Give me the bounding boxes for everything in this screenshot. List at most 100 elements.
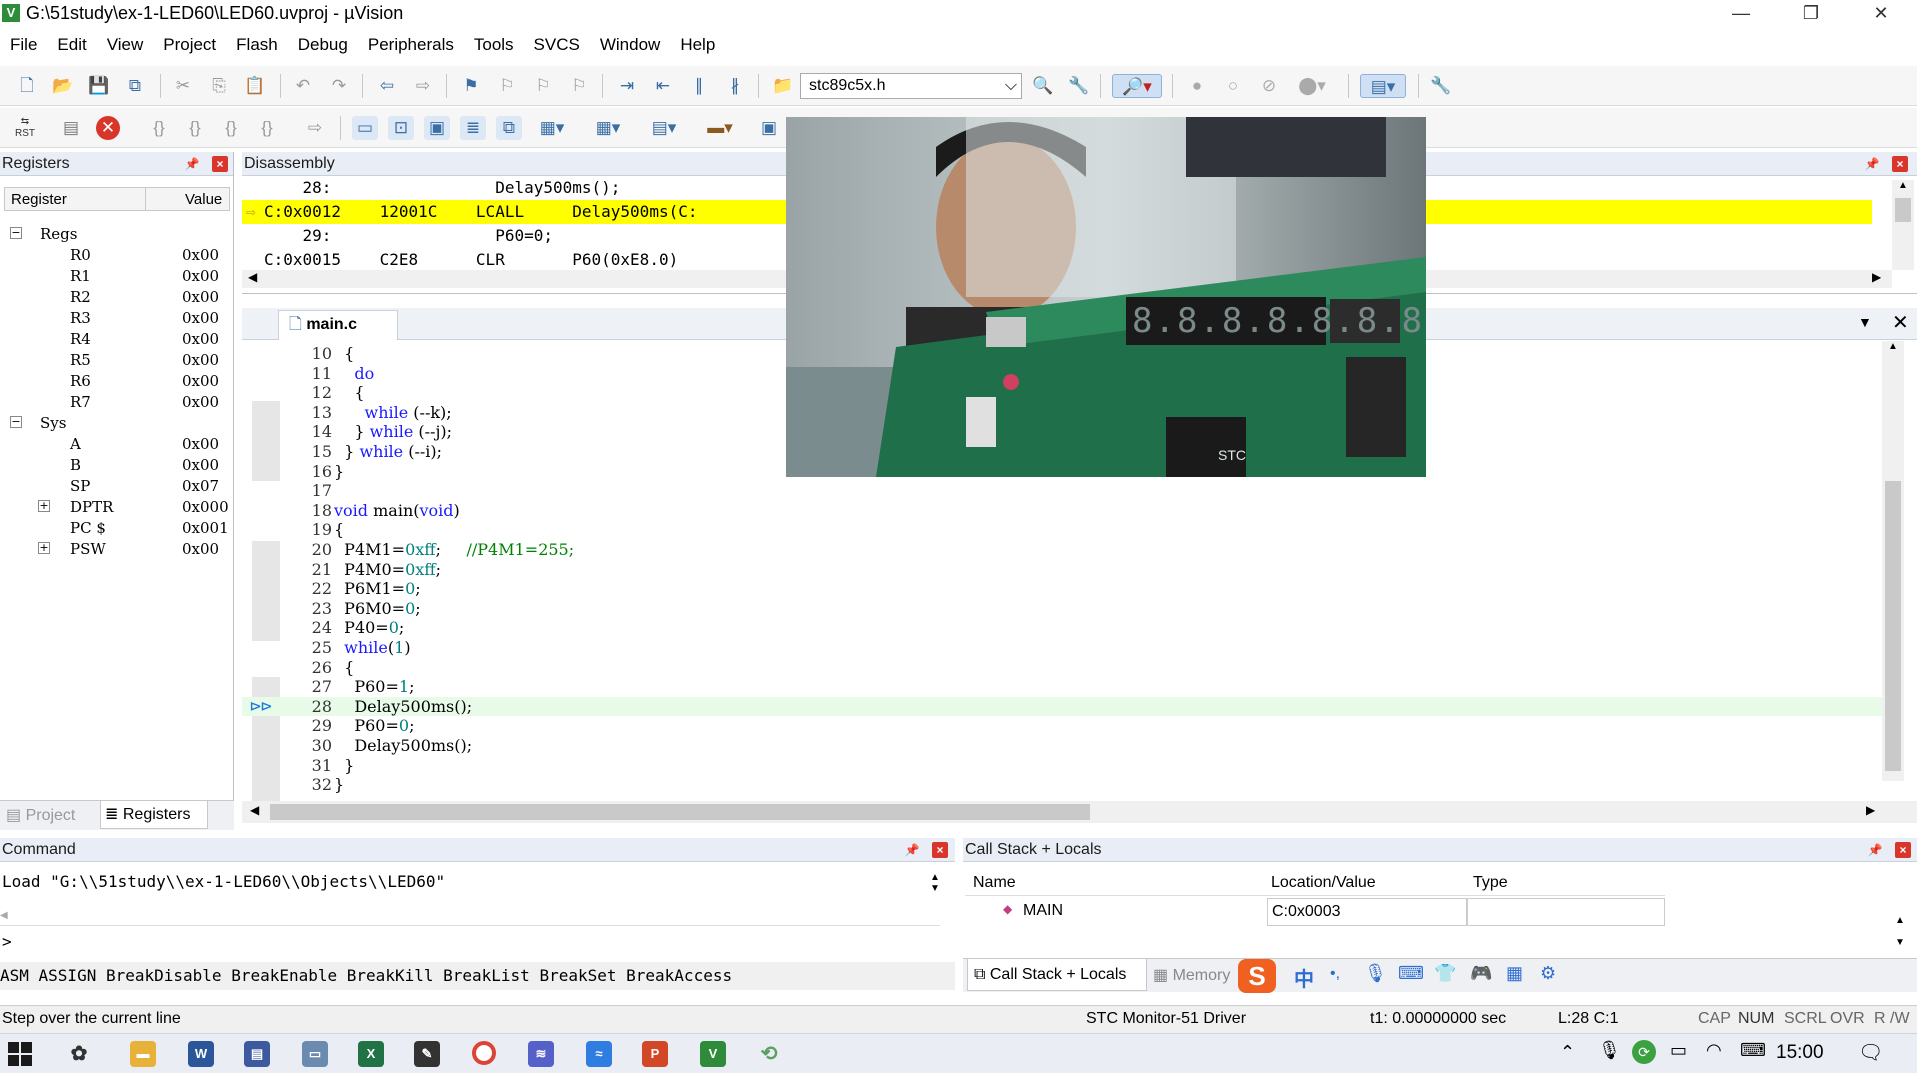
- code-line[interactable]: 21 P4M0=0xff;: [242, 560, 1882, 580]
- menu-view[interactable]: View: [97, 30, 154, 60]
- wifi-icon[interactable]: ◠: [1706, 1040, 1722, 1061]
- word-icon[interactable]: W: [188, 1041, 214, 1067]
- register-row[interactable]: R4 0x00: [0, 330, 234, 351]
- scroll-left-icon[interactable]: ◀: [248, 270, 257, 284]
- file-explorer-icon[interactable]: ▬: [130, 1041, 156, 1067]
- ime-chinese-mode[interactable]: 中: [1294, 963, 1314, 992]
- breakpoint-disable-all-icon[interactable]: ⊘: [1256, 74, 1282, 98]
- menu-peripherals[interactable]: Peripherals: [358, 30, 464, 60]
- code-line[interactable]: 18 void main(void): [242, 501, 1882, 521]
- code-line[interactable]: 20 P4M1=0xff; //P4M1=255;: [242, 540, 1882, 560]
- unindent-icon[interactable]: ⇤: [650, 74, 676, 98]
- scroll-left-icon[interactable]: ◀: [250, 803, 259, 817]
- reset-cpu-button[interactable]: ⇆ RST: [12, 116, 38, 140]
- editor-hscrollbar[interactable]: ◀ ▶: [242, 801, 1917, 823]
- register-row[interactable]: R7 0x00: [0, 393, 234, 414]
- run-icon[interactable]: ▤: [58, 116, 84, 140]
- powerpoint-icon[interactable]: P: [642, 1041, 668, 1067]
- game-icon[interactable]: 🎮: [1470, 963, 1492, 984]
- code-line[interactable]: 30 Delay500ms();: [242, 736, 1882, 756]
- app-icon-7[interactable]: ⟲: [756, 1041, 782, 1067]
- close-icon[interactable]: ×: [1895, 842, 1911, 858]
- collapse-icon[interactable]: −: [10, 416, 22, 428]
- new-file-icon[interactable]: 🗋: [14, 74, 40, 98]
- undo-icon[interactable]: ↶: [290, 74, 316, 98]
- register-value[interactable]: 0x00: [182, 351, 219, 369]
- minimize-button[interactable]: —: [1706, 0, 1776, 28]
- close-icon[interactable]: ×: [1892, 156, 1908, 172]
- menu-project[interactable]: Project: [153, 30, 226, 60]
- register-value[interactable]: 0x00: [182, 540, 219, 558]
- app-icon-3[interactable]: ▭: [302, 1041, 328, 1067]
- save-all-icon[interactable]: ⧉: [122, 74, 148, 98]
- call-stack-type[interactable]: [1467, 898, 1665, 926]
- trace-window-icon[interactable]: ▣: [756, 116, 782, 140]
- menu-debug[interactable]: Debug: [288, 30, 358, 60]
- step-into-icon[interactable]: {}: [146, 116, 172, 140]
- microphone-icon[interactable]: 🎙: [1364, 963, 1387, 984]
- bookmark-toggle-icon[interactable]: ⚑: [458, 74, 484, 98]
- register-value[interactable]: 0x00: [182, 267, 219, 285]
- code-line[interactable]: 17: [242, 481, 1882, 501]
- window-layout-icon[interactable]: ▤▾: [1360, 74, 1406, 98]
- menu-edit[interactable]: Edit: [47, 30, 96, 60]
- run-to-cursor-icon[interactable]: {}: [254, 116, 280, 140]
- pin-icon[interactable]: 📌: [1864, 156, 1880, 172]
- register-value[interactable]: 0x00: [182, 309, 219, 327]
- pin-icon[interactable]: 📌: [1867, 842, 1883, 858]
- redo-icon[interactable]: ↷: [326, 74, 352, 98]
- register-row[interactable]: R6 0x00: [0, 372, 234, 393]
- breakpoint-enable-icon[interactable]: ○: [1220, 74, 1246, 98]
- app-icon-5[interactable]: ≋: [528, 1041, 554, 1067]
- bookmark-next-icon[interactable]: ⚐: [530, 74, 556, 98]
- uvision-taskbar-icon[interactable]: V: [700, 1041, 726, 1067]
- tab-list-dropdown-icon[interactable]: ▼: [1858, 314, 1872, 330]
- app-icon-4[interactable]: ✎: [414, 1041, 440, 1067]
- nav-forward-icon[interactable]: ⇨: [410, 74, 436, 98]
- code-line[interactable]: 25 while(1): [242, 638, 1882, 658]
- code-line[interactable]: ⊳⊳ 28 Delay500ms();: [242, 697, 1882, 717]
- code-line[interactable]: 23 P6M0=0;: [242, 599, 1882, 619]
- register-row[interactable]: R2 0x00: [0, 288, 234, 309]
- register-row[interactable]: SP 0x07: [0, 477, 234, 498]
- register-row[interactable]: B 0x00: [0, 456, 234, 477]
- command-window-icon[interactable]: ▭: [352, 116, 378, 140]
- tab-memory[interactable]: ▦ Memory: [1153, 963, 1230, 989]
- tab-main-c[interactable]: 🗋 main.c: [278, 310, 398, 340]
- bookmark-prev-icon[interactable]: ⚐: [494, 74, 520, 98]
- register-row[interactable]: R1 0x00: [0, 267, 234, 288]
- code-line[interactable]: 31 }: [242, 756, 1882, 776]
- close-icon[interactable]: ×: [932, 842, 948, 858]
- tray-chevron-icon[interactable]: ⌃: [1560, 1042, 1575, 1063]
- step-out-icon[interactable]: {}: [218, 116, 244, 140]
- chrome-icon[interactable]: [472, 1041, 496, 1065]
- register-value[interactable]: 0x00: [182, 246, 219, 264]
- tab-registers[interactable]: ≣ Registers: [100, 801, 208, 829]
- menu-svcs[interactable]: SVCS: [524, 30, 590, 60]
- menu-help[interactable]: Help: [670, 30, 725, 60]
- tab-project[interactable]: ▤ Project: [6, 805, 75, 829]
- register-row[interactable]: PC $ 0x001: [0, 519, 234, 540]
- app-icon[interactable]: ✿: [66, 1041, 92, 1067]
- bookmark-clear-icon[interactable]: ⚐: [566, 74, 592, 98]
- call-stack-vscrollbar[interactable]: ▲ ▼: [1889, 910, 1911, 956]
- code-line[interactable]: 27 P60=1;: [242, 677, 1882, 697]
- code-line[interactable]: 29 P60=0;: [242, 716, 1882, 736]
- editor-vscrollbar[interactable]: ▲: [1882, 341, 1904, 781]
- breakpoint-kill-all-icon[interactable]: ⬤▾: [1292, 74, 1332, 98]
- code-line[interactable]: 32}: [242, 775, 1882, 795]
- sogou-logo-icon[interactable]: S: [1238, 959, 1276, 993]
- excel-icon[interactable]: X: [358, 1041, 384, 1067]
- close-button[interactable]: ✕: [1846, 0, 1916, 28]
- register-value[interactable]: 0x00: [182, 456, 219, 474]
- scroll-up-icon[interactable]: ▲: [1892, 180, 1914, 194]
- code-line[interactable]: 19{: [242, 520, 1882, 540]
- disassembly-window-icon[interactable]: ⊡: [388, 116, 414, 140]
- call-stack-location[interactable]: C:0x0003: [1267, 898, 1467, 926]
- incremental-find-icon[interactable]: 🔧: [1066, 74, 1092, 98]
- restore-button[interactable]: ❐: [1776, 0, 1846, 28]
- skin-icon[interactable]: 👕: [1434, 963, 1456, 984]
- register-row[interactable]: + PSW 0x00: [0, 540, 234, 561]
- disassembly-vscrollbar[interactable]: ▲: [1892, 180, 1914, 270]
- find-icon[interactable]: 🔍: [1030, 74, 1056, 98]
